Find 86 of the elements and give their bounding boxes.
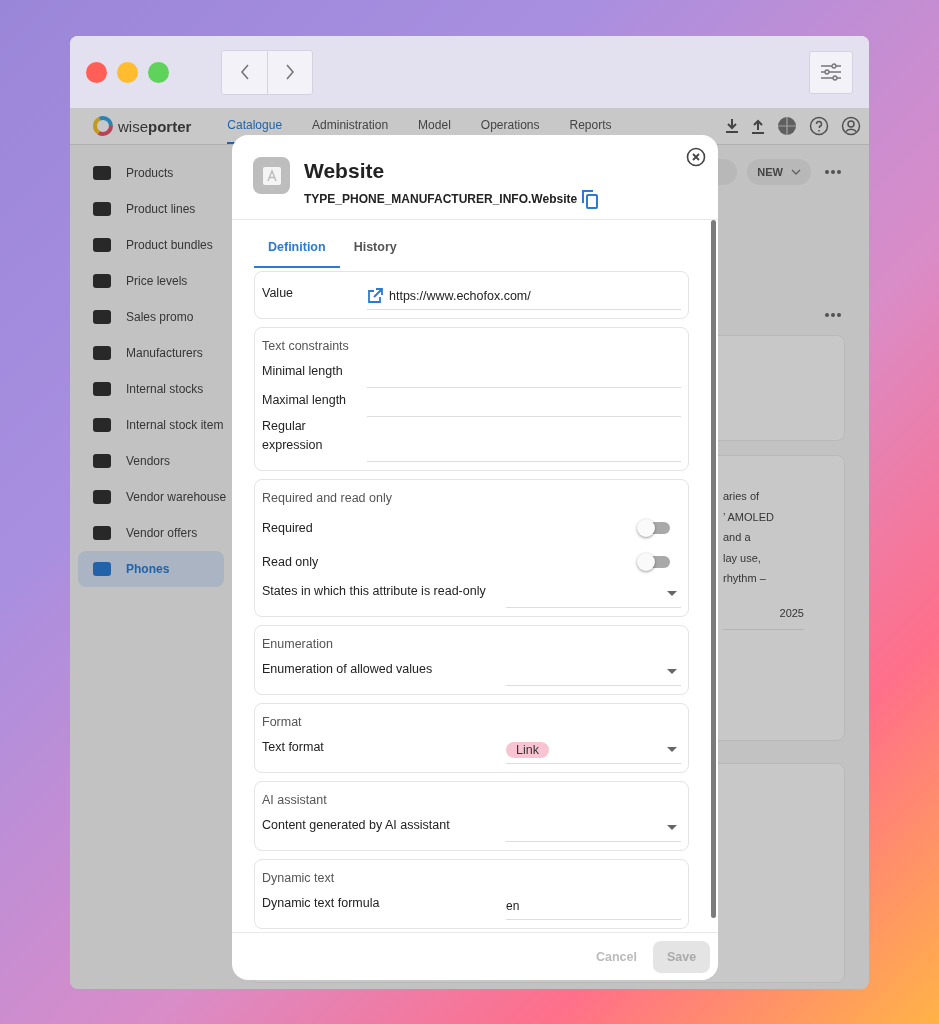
section-title: Text constraints [262, 339, 350, 353]
logo-ring-icon [92, 115, 114, 137]
window-control-dot[interactable] [86, 61, 107, 83]
description-text: rhythm – [723, 571, 767, 586]
input-field[interactable]: https://www.echofox.com/ [367, 282, 681, 310]
dialog-title: Website [304, 159, 386, 183]
section-title: Required and read only [262, 491, 393, 505]
field-label: Text format [262, 739, 325, 756]
sidebar-item[interactable]: Vendor offers [78, 515, 224, 551]
description-text: lay use, [723, 550, 762, 566]
window-control-dot[interactable] [117, 61, 138, 83]
dropdown-caret-icon [667, 591, 677, 596]
section-title: AI assistant [262, 793, 328, 807]
sidebar-item[interactable]: Price levels [78, 263, 224, 299]
field-label: Content generated by AI assistant [262, 817, 451, 834]
upload-icon[interactable] [751, 118, 765, 134]
sidebar-item[interactable]: Vendors [78, 443, 224, 479]
sidebar-item[interactable]: Products [78, 155, 224, 191]
field-label: Dynamic text formula [262, 895, 381, 912]
sidebar-item[interactable]: Internal stock item [78, 407, 224, 443]
field-label: Read only [262, 553, 319, 571]
field-label: Regular expression [262, 418, 324, 454]
menu-item-icon [92, 488, 112, 506]
sidebar-item[interactable]: Product lines [78, 191, 224, 227]
field-label: Maximal length [262, 392, 348, 409]
menu-item-icon [92, 272, 112, 290]
window-control-dot[interactable] [148, 61, 169, 83]
settings-button[interactable] [809, 50, 853, 94]
field-label: Value [262, 285, 295, 302]
sidebar-item[interactable]: Product bundles [78, 227, 224, 263]
section-title: Format [262, 715, 303, 729]
section-title: Dynamic text [262, 871, 336, 885]
nav-tab[interactable]: Administration [312, 108, 389, 144]
tab[interactable]: Definition [254, 228, 340, 268]
download-icon[interactable] [725, 118, 739, 134]
menu-item-icon [92, 416, 112, 434]
user-icon[interactable] [841, 116, 861, 136]
nav-tab[interactable]: Reports [569, 108, 612, 144]
menu-item-icon [92, 164, 112, 182]
globe-icon[interactable] [777, 116, 797, 136]
dropdown-caret-icon [667, 669, 677, 674]
dropdown-field[interactable]: Link [506, 736, 681, 764]
menu-item-icon [92, 344, 112, 362]
menu-item-icon [92, 308, 112, 326]
sidebar-item[interactable]: Vendor warehouse [78, 479, 224, 515]
dropdown-caret-icon [667, 825, 677, 830]
description-text: ’ AMOLED [723, 509, 775, 525]
toggle-switch[interactable] [639, 556, 670, 568]
logo-text: wiseporter [118, 117, 192, 135]
nav-tab[interactable]: Model [418, 108, 451, 144]
section-title: Enumeration [262, 637, 334, 651]
external-link-icon[interactable] [367, 287, 383, 304]
forward-icon [285, 64, 295, 80]
field-label: Enumeration of allowed values [262, 661, 434, 678]
close-button[interactable] [686, 147, 706, 167]
field-label: Required [262, 519, 313, 537]
format-tag: Link [506, 741, 549, 758]
nav-tab[interactable]: Operations [480, 108, 540, 144]
field-label: Minimal length [262, 363, 344, 380]
menu-item-icon [92, 236, 112, 254]
chevron-down-icon [791, 169, 801, 175]
sliders-icon [821, 63, 841, 81]
close-icon [686, 147, 706, 167]
sidebar-item[interactable]: Internal stocks [78, 371, 224, 407]
scrollbar[interactable] [711, 220, 716, 918]
letter-a-icon [261, 165, 282, 186]
description-text: aries of [723, 489, 761, 504]
menu-item-icon [92, 200, 112, 218]
menu-item-icon [92, 524, 112, 542]
description-text: and a [723, 530, 752, 545]
attribute-code: TYPE_PHONE_MANUFACTURER_INFO.Website [304, 192, 578, 206]
sidebar-item[interactable]: Sales promo [78, 299, 224, 335]
toggle-switch[interactable] [639, 522, 670, 534]
menu-item-icon [92, 380, 112, 398]
menu-item-icon [92, 560, 112, 578]
copy-icon[interactable] [581, 189, 600, 209]
menu-item-icon [92, 452, 112, 470]
new-button[interactable]: NEW [747, 159, 811, 185]
tab[interactable]: History [339, 228, 411, 268]
sidebar-item[interactable]: Manufacturers [78, 335, 224, 371]
field-value: 2025 [723, 596, 804, 630]
dropdown-caret-icon [667, 747, 677, 752]
input-field[interactable]: en [506, 892, 681, 920]
help-icon[interactable] [809, 116, 829, 136]
back-icon [239, 64, 250, 80]
field-label: States in which this attribute is read-only [262, 583, 487, 600]
